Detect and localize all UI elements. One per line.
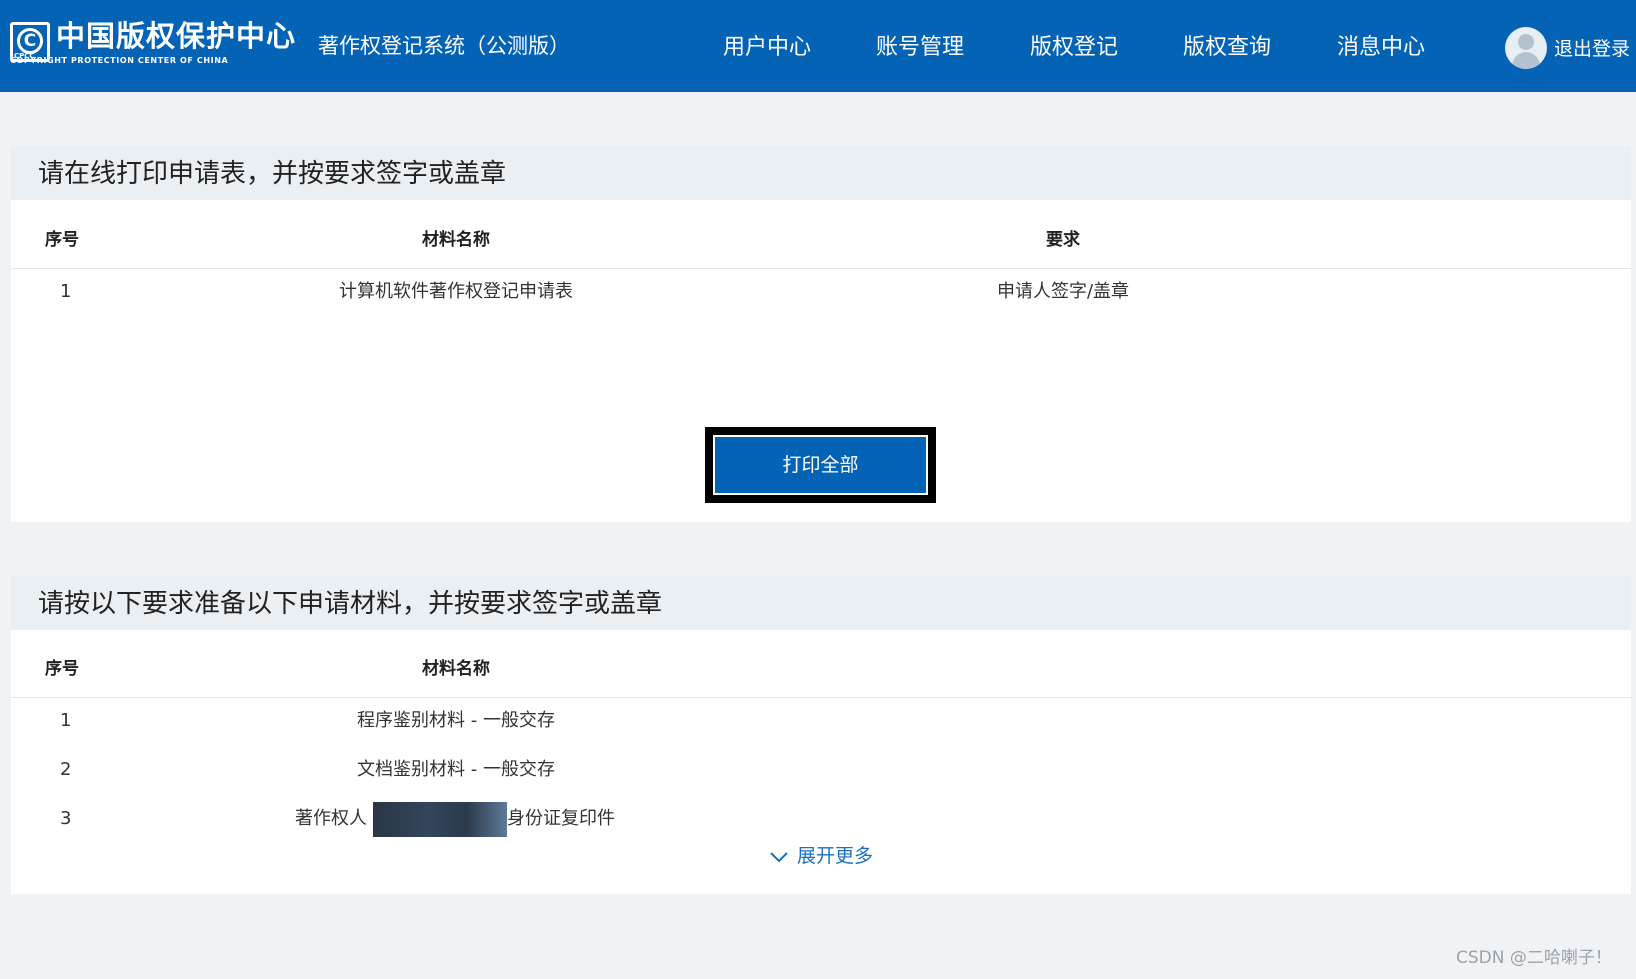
row-material-name-prefix: 著作权人 xyxy=(295,808,367,829)
row-material-name: 文档鉴别材料 - 一般交存 xyxy=(357,759,555,780)
column-header-material-name: 材料名称 xyxy=(422,659,490,679)
nav-message-center[interactable]: 消息中心 xyxy=(1337,35,1425,61)
panel-header: 请在线打印申请表，并按要求签字或盖章 xyxy=(11,146,1631,200)
table-divider xyxy=(11,697,1631,698)
column-header-index: 序号 xyxy=(45,230,79,250)
expand-more-link[interactable]: 展开更多 xyxy=(769,844,873,868)
logout-link[interactable]: 退出登录 xyxy=(1554,37,1630,61)
expand-more-label: 展开更多 xyxy=(797,845,874,867)
row-material-name: 计算机软件著作权登记申请表 xyxy=(339,281,573,302)
materials-panel: 请按以下要求准备以下申请材料，并按要求签字或盖章 序号 材料名称 1 程序鉴别材… xyxy=(11,576,1631,894)
system-title: 著作权登记系统（公测版） xyxy=(318,34,570,58)
print-all-button-focus-ring: 打印全部 xyxy=(705,427,936,503)
row-index: 1 xyxy=(60,281,72,302)
print-all-button[interactable]: 打印全部 xyxy=(713,435,928,495)
row-material-name: 程序鉴别材料 - 一般交存 xyxy=(357,710,555,731)
row-requirement: 申请人签字/盖章 xyxy=(996,281,1130,302)
redacted-name-block xyxy=(373,802,507,837)
nav-copyright-query[interactable]: 版权查询 xyxy=(1183,35,1271,61)
row-index: 3 xyxy=(60,808,72,829)
print-application-panel: 请在线打印申请表，并按要求签字或盖章 序号 材料名称 要求 1 计算机软件著作权… xyxy=(11,146,1631,522)
table-divider xyxy=(11,268,1631,269)
nav-account-management[interactable]: 账号管理 xyxy=(876,35,964,61)
chevron-down-icon xyxy=(770,852,788,863)
column-header-requirement: 要求 xyxy=(1046,230,1080,250)
row-index: 1 xyxy=(60,710,72,731)
logo-chinese-name: 中国版权保护中心 xyxy=(56,19,297,53)
nav-copyright-registration[interactable]: 版权登记 xyxy=(1030,35,1118,61)
nav-user-center[interactable]: 用户中心 xyxy=(723,35,811,61)
logo-english-name: COPYRIGHT PROTECTION CENTER OF CHINA xyxy=(10,56,229,65)
top-navigation-bar: C CPCC 中国版权保护中心 COPYRIGHT PROTECTION CEN… xyxy=(0,0,1636,92)
panel-title: 请在线打印申请表，并按要求签字或盖章 xyxy=(38,159,507,189)
column-header-index: 序号 xyxy=(45,659,79,679)
panel-title: 请按以下要求准备以下申请材料，并按要求签字或盖章 xyxy=(38,589,663,619)
column-header-material-name: 材料名称 xyxy=(422,230,490,250)
watermark-text: CSDN @二哈喇子！ xyxy=(1456,948,1612,968)
row-material-name-suffix: 身份证复印件 xyxy=(507,808,615,829)
site-logo[interactable]: C CPCC 中国版权保护中心 COPYRIGHT PROTECTION CEN… xyxy=(10,19,295,66)
row-index: 2 xyxy=(60,759,72,780)
panel-header: 请按以下要求准备以下申请材料，并按要求签字或盖章 xyxy=(11,576,1631,630)
user-avatar-icon[interactable] xyxy=(1505,27,1547,69)
